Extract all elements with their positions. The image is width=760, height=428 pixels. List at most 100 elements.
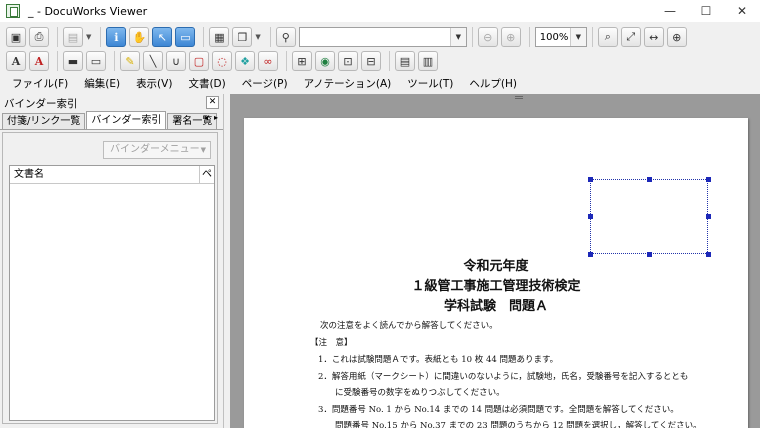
search-dropdown-icon[interactable]: ▼	[449, 28, 466, 46]
document-view[interactable]: 令和元年度 １級管工事施工管理技術検定 学科試験 問題Ａ 次の注意をよく読んでか…	[230, 94, 760, 428]
menu-view[interactable]: 表示(V)	[136, 76, 172, 91]
selection-box[interactable]	[590, 179, 708, 254]
menu-edit[interactable]: 編集(E)	[84, 76, 120, 91]
tab-sticky-links[interactable]: 付箋/リンク一覧	[2, 113, 86, 129]
window-title: _ - DocuWorks Viewer	[28, 4, 148, 18]
minimize-button[interactable]: —	[652, 0, 688, 22]
doc-title-exam: １級管工事施工管理技術検定	[411, 279, 581, 294]
maximize-button[interactable]: ☐	[688, 0, 724, 22]
title-bar: _ - DocuWorks Viewer — ☐ ✕	[0, 0, 760, 22]
main-toolbar: ▣ ⎙ ▤ ▼ ℹ ✋ ↖ ▭ ▦ ❐ ▼ ⚲ ▼ ⊖ ⊕ 100% ▼ ⌕ ⤢…	[0, 24, 760, 50]
pane-close-icon[interactable]: ✕	[206, 96, 219, 109]
paste-icon[interactable]: ▤	[63, 27, 83, 47]
copy-page-icon[interactable]: ❐	[232, 27, 253, 47]
resize-handle[interactable]	[706, 177, 711, 182]
menu-help[interactable]: ヘルプ(H)	[469, 76, 517, 91]
toolbar-separator	[203, 27, 205, 47]
column-page[interactable]: ペ	[200, 166, 214, 183]
doc-notes-header: 【注 意】	[310, 338, 353, 348]
balloon-icon[interactable]: ◌	[212, 51, 232, 71]
paste-dropdown-icon[interactable]: ▼	[86, 33, 91, 41]
menu-tools[interactable]: ツール(T)	[407, 76, 453, 91]
resize-handle[interactable]	[706, 214, 711, 219]
menu-page[interactable]: ページ(P)	[242, 76, 288, 91]
hand-tool-icon[interactable]: ✋	[129, 27, 150, 47]
search-combo[interactable]: ▼	[298, 27, 467, 47]
pane-title: バインダー索引	[4, 97, 78, 110]
resize-handle[interactable]	[588, 214, 593, 219]
app-icon	[6, 4, 20, 18]
info-icon[interactable]: ℹ	[106, 27, 127, 47]
tab-scroll-left-icon[interactable]: ◂	[201, 113, 211, 122]
menu-document[interactable]: 文書(D)	[188, 76, 225, 91]
fit-page-icon[interactable]: ⤢	[620, 27, 641, 47]
zoom-in-icon[interactable]: ⊕	[666, 27, 687, 47]
image-icon[interactable]: ▦	[209, 27, 230, 47]
menu-annotation[interactable]: アノテーション(A)	[304, 76, 392, 91]
resize-handle[interactable]	[647, 177, 652, 182]
binoculars-icon[interactable]: ⚲	[275, 27, 296, 47]
text-color-tool-icon[interactable]: A	[29, 51, 49, 71]
toolbar-separator	[528, 27, 530, 47]
copy-dropdown-icon[interactable]: ▼	[255, 33, 260, 41]
find-prev-icon[interactable]: ⊖	[477, 27, 498, 47]
binder-index-pane: バインダー索引 ✕ 付箋/リンク一覧 バインダー索引 署名一覧 ◂ ▸ バインダ…	[0, 94, 224, 428]
text-box-icon[interactable]: ▤	[395, 51, 415, 71]
tab-scroll-right-icon[interactable]: ▸	[211, 113, 221, 122]
list-header: 文書名 ペ	[10, 166, 214, 184]
annotation-toolbar: A A ▬ ▭ ✎ ╲ ∪ ▢ ◌ ❖ ∞ ⊞ ◉ ⊡ ⊟ ▤ ▥	[0, 48, 760, 74]
chevron-down-icon: ▼	[200, 146, 206, 154]
page-number-icon[interactable]: ▥	[418, 51, 438, 71]
rectangle-icon[interactable]: ▢	[189, 51, 209, 71]
menu-bar: ファイル(F) 編集(E) 表示(V) 文書(D) ページ(P) アノテーション…	[0, 73, 760, 93]
globe-icon[interactable]: ◉	[315, 51, 335, 71]
pane-tabs: 付箋/リンク一覧 バインダー索引 署名一覧 ◂ ▸	[0, 111, 223, 130]
resize-handle[interactable]	[588, 177, 593, 182]
doc-note-line: 3．問題番号 No. 1 から No.14 までの 14 問題は必須問題です。全…	[318, 405, 679, 415]
toolbar-separator	[100, 27, 102, 47]
save-icon[interactable]: ▣	[6, 27, 26, 47]
freehand-icon[interactable]: ∪	[166, 51, 186, 71]
binder-menu-label: バインダーメニュー	[110, 144, 200, 155]
column-document-name[interactable]: 文書名	[10, 166, 200, 183]
doc-note-line: 2．解答用紙（マークシート）に間違いのないように，試験地，氏名，受験番号を記入す…	[318, 372, 689, 382]
page-view-icon[interactable]: ▭	[175, 27, 196, 47]
doc-note-line: に受験番号の数字をぬりつぶしてください。	[318, 388, 505, 398]
pane-header: バインダー索引 ✕	[0, 94, 223, 112]
doc-note-line: 1．これは試験問題Ａです。表紙とも 10 枚 44 問題あります。	[318, 355, 559, 365]
text-tool-icon[interactable]: A	[6, 51, 26, 71]
toolbar-separator	[591, 27, 593, 47]
pane-splitter[interactable]	[225, 94, 229, 428]
toolbar-separator	[114, 51, 115, 71]
zoom-dropdown-icon[interactable]: ▼	[569, 28, 586, 46]
sticky-note-icon[interactable]: ❖	[235, 51, 255, 71]
tab-binder-index[interactable]: バインダー索引	[86, 111, 167, 129]
binder-menu-button[interactable]: バインダーメニュー ▼	[103, 141, 211, 159]
toolbar-separator	[471, 27, 473, 47]
fit-width-icon[interactable]: ↔	[643, 27, 664, 47]
select-tool-icon[interactable]: ↖	[152, 27, 173, 47]
document-page[interactable]: 令和元年度 １級管工事施工管理技術検定 学科試験 問題Ａ 次の注意をよく読んでか…	[244, 118, 748, 428]
find-next-icon[interactable]: ⊕	[500, 27, 521, 47]
zoom-value: 100%	[539, 31, 569, 43]
toolbar-separator	[57, 51, 58, 71]
toolbar-separator	[286, 51, 287, 71]
close-button[interactable]: ✕	[724, 0, 760, 22]
toolbar-separator	[389, 51, 390, 71]
date-stamp-icon[interactable]: ⊡	[338, 51, 358, 71]
link-icon[interactable]: ∞	[258, 51, 278, 71]
marker-icon[interactable]: ✎	[120, 51, 140, 71]
zoom-combo[interactable]: 100% ▼	[534, 27, 587, 47]
print-icon[interactable]: ⎙	[29, 27, 49, 47]
view-grip[interactable]	[515, 96, 523, 99]
menu-file[interactable]: ファイル(F)	[12, 76, 68, 91]
date-stamp2-icon[interactable]: ⊟	[361, 51, 381, 71]
line-thick-icon[interactable]: ▬	[63, 51, 83, 71]
line-tool-icon[interactable]: ╲	[143, 51, 163, 71]
doc-title-year: 令和元年度	[463, 259, 529, 274]
stamp-icon[interactable]: ⊞	[292, 51, 312, 71]
document-list[interactable]: 文書名 ペ	[9, 165, 215, 421]
line-thin-icon[interactable]: ▭	[86, 51, 106, 71]
toolbar-separator	[269, 27, 271, 47]
zoom-icon[interactable]: ⌕	[597, 27, 618, 47]
